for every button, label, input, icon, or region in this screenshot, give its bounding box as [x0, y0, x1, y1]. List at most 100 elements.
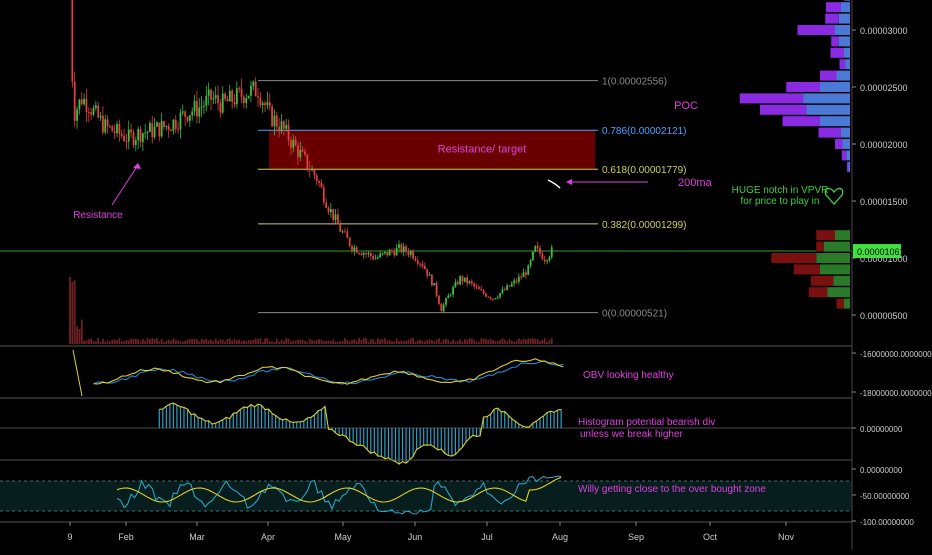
volume-bar — [466, 340, 469, 344]
volume-bar — [111, 339, 114, 344]
candle-body — [160, 121, 163, 137]
candle-body — [329, 209, 332, 213]
volume-bar — [407, 339, 410, 344]
candle-body — [534, 245, 537, 252]
resistance-zone-label: Resistance/ target — [438, 143, 527, 155]
volume-bar — [468, 338, 471, 344]
volume-bar — [414, 341, 417, 344]
candle-body — [165, 125, 168, 128]
volume-bar — [494, 341, 497, 344]
volume-bar — [435, 339, 438, 344]
vp-bar-down — [818, 127, 841, 138]
volume-bar — [287, 338, 290, 344]
vp-bar-up — [838, 36, 850, 47]
volume-bar — [203, 339, 205, 344]
volume-bar — [240, 340, 243, 344]
candle-body — [308, 168, 311, 171]
volume-bar — [440, 341, 443, 344]
volume-bar — [358, 338, 360, 344]
candle-body — [360, 253, 363, 255]
candle-body — [231, 90, 234, 102]
price-tick-label: 0.00002500 — [860, 83, 908, 93]
volume-bar — [191, 338, 194, 344]
volume-bar — [423, 341, 426, 344]
volume-bar — [97, 338, 100, 344]
candle-body — [146, 131, 149, 133]
candle-body — [116, 123, 118, 134]
candle-body — [339, 224, 342, 232]
volume-bar — [492, 340, 494, 344]
candle-body — [421, 263, 424, 266]
candle-body — [196, 100, 198, 117]
vp-bar-up — [823, 241, 850, 252]
candle-body — [132, 132, 135, 146]
candle-body — [440, 303, 443, 312]
volume-bar — [313, 341, 316, 344]
volume-bar — [322, 341, 325, 344]
candle-body — [78, 99, 81, 110]
volume-bar — [447, 339, 450, 344]
volume-bar — [301, 340, 304, 344]
volume-bar — [306, 341, 309, 344]
candle-body — [228, 90, 231, 102]
volume-bar — [71, 281, 74, 344]
candle-body — [496, 297, 499, 299]
volume-bar — [217, 340, 219, 344]
candle-body — [315, 175, 318, 182]
fib-level-label: 0.382(0.00001299) — [602, 220, 687, 231]
vp-bar-up — [841, 2, 850, 13]
candle-body — [92, 108, 95, 115]
volume-bar — [546, 341, 548, 344]
candle-body — [522, 272, 525, 278]
candle-body — [374, 258, 377, 260]
volume-bar — [167, 339, 170, 344]
volume-bar — [463, 339, 466, 344]
candle-body — [257, 96, 259, 98]
volume-bar — [473, 340, 476, 344]
vp-bar-up — [836, 70, 850, 81]
vp-bar-down — [836, 298, 844, 309]
willy-tick-label: -100.00000000 — [860, 518, 914, 527]
candle-body — [445, 298, 447, 305]
volume-bar — [125, 339, 128, 344]
volume-bar — [73, 280, 76, 344]
candle-body — [351, 245, 353, 252]
candle-body — [550, 247, 553, 258]
candle-body — [419, 263, 422, 265]
candle-body — [80, 99, 83, 105]
volume-bar — [290, 341, 292, 344]
volume-bar — [334, 341, 337, 344]
candle-body — [475, 286, 478, 288]
candle-body — [539, 247, 541, 254]
vp-bar-up — [827, 287, 850, 298]
candle-body — [177, 129, 179, 131]
volume-bar — [139, 341, 142, 344]
volume-bar — [379, 339, 382, 344]
volume-bar — [485, 338, 487, 344]
volume-bar — [231, 340, 234, 344]
candle-body — [376, 257, 379, 259]
candle-body — [428, 274, 431, 276]
candle-body — [167, 125, 170, 130]
candle-body — [125, 140, 128, 142]
vp-bar-down — [760, 104, 807, 115]
volume-bar — [348, 341, 351, 344]
candle-body — [186, 116, 189, 121]
volume-bar — [198, 341, 201, 344]
candle-body — [346, 231, 349, 238]
candle-body — [367, 252, 370, 254]
volume-bar — [478, 341, 480, 344]
vp-bar-down — [808, 287, 828, 298]
vp-bar-down — [811, 275, 834, 286]
candle-body — [85, 98, 88, 112]
vp-bar-down — [844, 0, 847, 1]
vp-bar-down — [816, 230, 835, 241]
volume-bar — [412, 338, 414, 344]
volume-bar — [156, 338, 158, 344]
candle-body — [200, 106, 203, 108]
vp-bar-down — [739, 93, 804, 104]
volume-bar — [318, 339, 320, 344]
vp-bar-down — [820, 70, 837, 81]
candle-body — [174, 119, 177, 130]
volume-bar — [525, 339, 527, 344]
